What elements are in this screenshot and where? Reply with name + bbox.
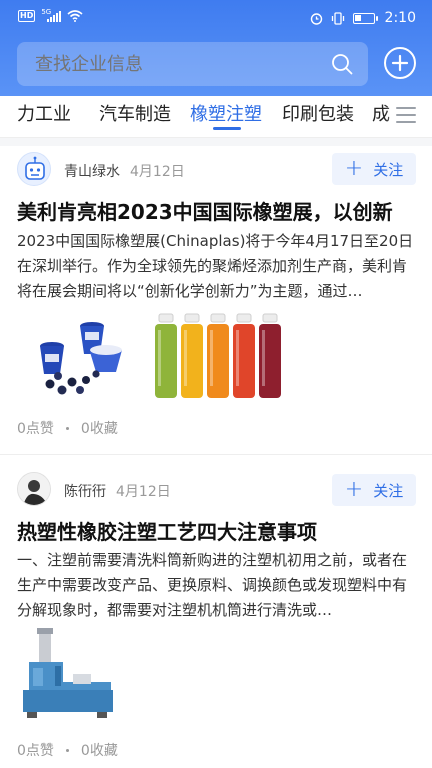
plus-icon: +	[344, 156, 364, 181]
favorite-count[interactable]: 0收藏	[81, 418, 118, 438]
clock-time: 2:10	[384, 10, 416, 26]
divider	[0, 138, 432, 146]
avatar[interactable]	[17, 152, 51, 186]
robot-avatar-icon	[25, 156, 45, 180]
juice-bottles-image[interactable]	[150, 310, 288, 402]
feed-card[interactable]: 陈衎衎 4月12日 + 关注 热塑性橡胶注塑工艺四大注意事项 一、注塑前需要清洗…	[0, 464, 432, 768]
separator-dot	[65, 748, 69, 752]
author-name[interactable]: 陈衎衎	[64, 481, 106, 501]
hd-badge: HD	[18, 10, 36, 22]
wifi-icon	[67, 10, 83, 22]
signal-label: 5G	[41, 7, 52, 16]
tab-auto-manufacturing[interactable]: 汽车制造	[99, 100, 171, 126]
card-divider	[0, 454, 432, 455]
alarm-icon	[310, 12, 322, 25]
battery-icon	[352, 12, 378, 24]
like-count[interactable]: 0点赞	[17, 740, 54, 760]
post-stats: 0点赞 0收藏	[17, 418, 118, 438]
avatar[interactable]	[17, 472, 51, 506]
injection-molding-machine-image[interactable]	[17, 628, 115, 720]
favorite-count[interactable]: 0收藏	[81, 740, 118, 760]
author-name[interactable]: 青山绿水	[64, 161, 120, 181]
app-header: HD 5G 2:10	[0, 0, 432, 96]
post-title[interactable]: 美利肯亮相2023中国国际橡塑展，以创新	[17, 196, 417, 225]
like-count[interactable]: 0点赞	[17, 418, 54, 438]
person-avatar-icon	[18, 473, 50, 505]
vibrate-icon	[331, 11, 344, 25]
separator-dot	[65, 426, 69, 430]
post-summary[interactable]: 2023中国国际橡塑展(Chinaplas)将于今年4月17日至20日在深圳举行…	[17, 229, 417, 304]
category-tabs: 力工业 汽车制造 橡塑注塑 印刷包装 成	[0, 96, 432, 138]
search-input[interactable]	[35, 42, 325, 86]
signal-icon: 5G	[41, 7, 62, 22]
status-bar: HD 5G 2:10	[0, 0, 432, 36]
follow-label: 关注	[373, 160, 404, 179]
post-date: 4月12日	[116, 484, 171, 500]
post-summary[interactable]: 一、注塑前需要清洗料筒新购进的注塑机初用之前，或者在生产中需要改变产品、更换原料…	[17, 548, 417, 623]
follow-label: 关注	[373, 481, 404, 500]
plus-circle-icon[interactable]	[383, 46, 417, 80]
plus-icon: +	[344, 477, 364, 502]
post-date: 4月12日	[130, 164, 185, 180]
blueberry-yogurt-cups-image[interactable]	[34, 310, 132, 402]
tab-printing-packaging[interactable]: 印刷包装	[282, 100, 354, 126]
tab-rubber-plastic-injection[interactable]: 橡塑注塑	[190, 100, 262, 126]
list-menu-icon[interactable]	[394, 104, 418, 126]
search-icon[interactable]	[330, 52, 354, 76]
follow-button[interactable]: + 关注	[332, 474, 416, 506]
feed-card[interactable]: 青山绿水 4月12日 + 关注 美利肯亮相2023中国国际橡塑展，以创新 202…	[0, 146, 432, 446]
tab-power-industry[interactable]: 力工业	[17, 100, 71, 126]
post-title[interactable]: 热塑性橡胶注塑工艺四大注意事项	[17, 516, 417, 545]
post-stats: 0点赞 0收藏	[17, 740, 118, 760]
search-bar[interactable]	[17, 42, 368, 86]
follow-button[interactable]: + 关注	[332, 153, 416, 185]
active-tab-indicator	[213, 127, 241, 130]
